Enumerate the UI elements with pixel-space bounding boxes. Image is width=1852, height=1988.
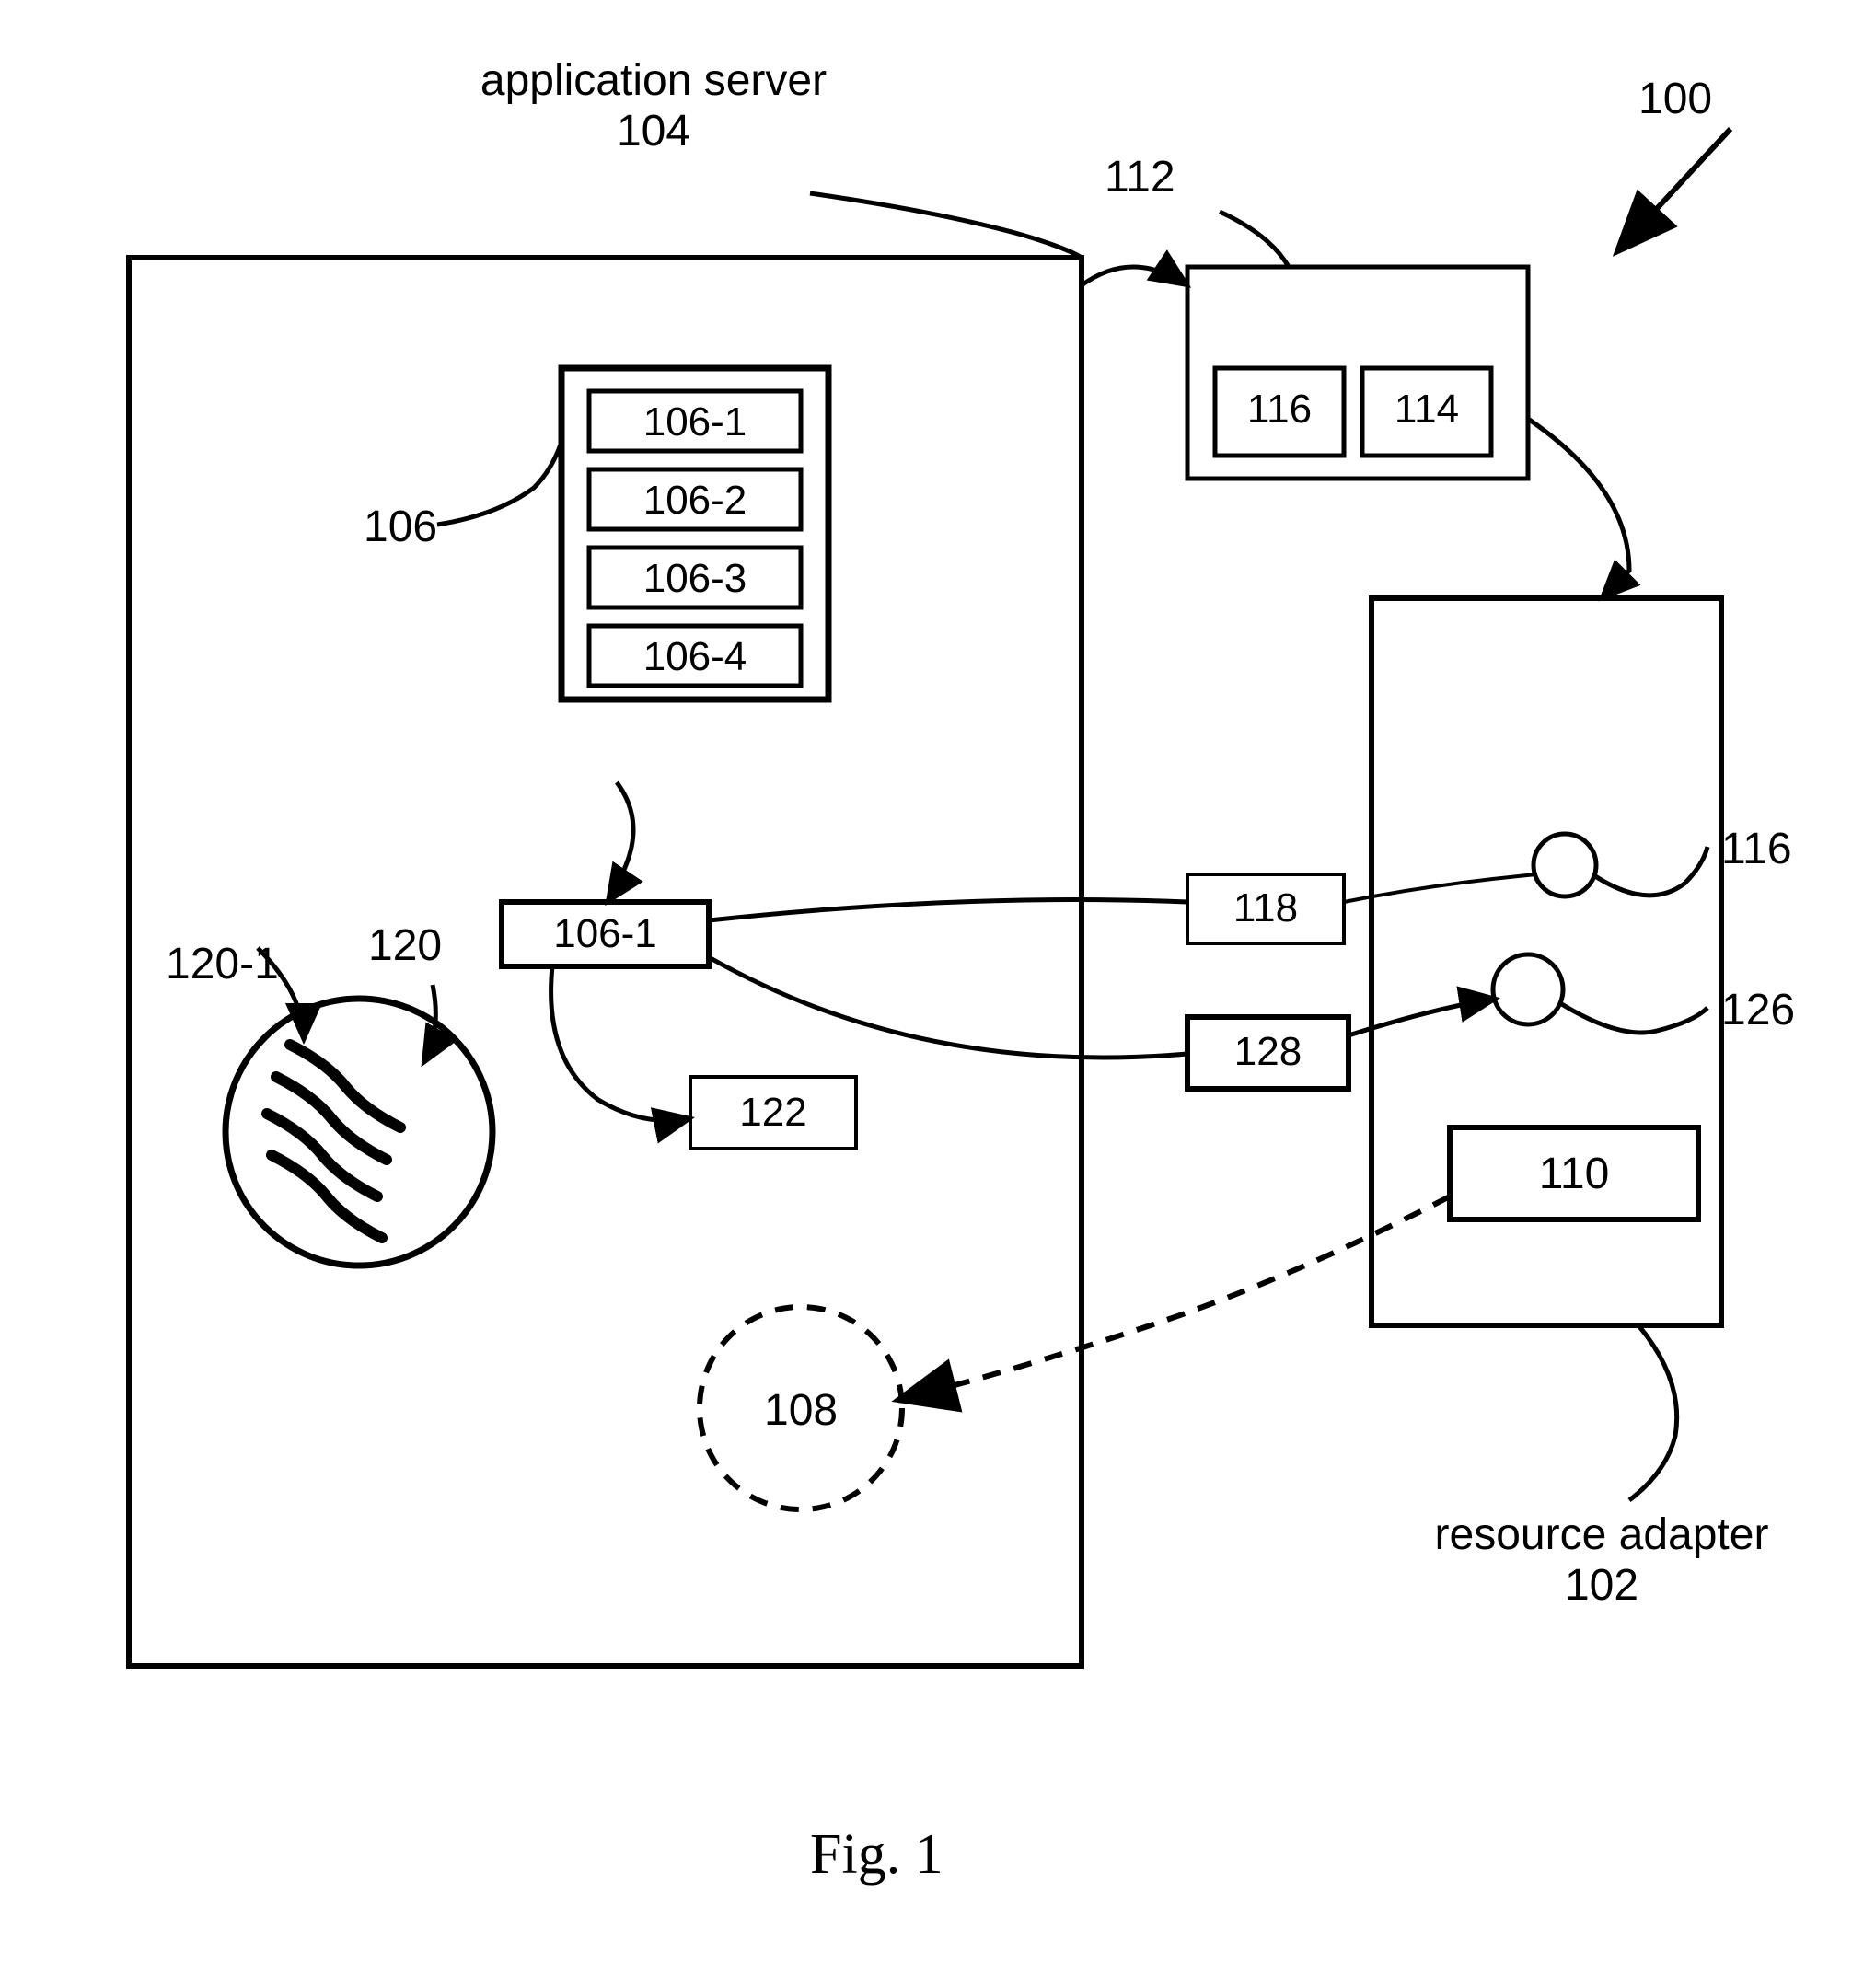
- box-116-label: 116: [1215, 387, 1344, 433]
- conn-106-1-to-118: [709, 900, 1187, 921]
- leader-106: [437, 442, 561, 525]
- num-108-label: 108: [764, 1385, 838, 1436]
- pool-item-2-label: 106-2: [589, 478, 801, 524]
- endpoint-circle-126: [1493, 954, 1563, 1024]
- conn-106-1-to-128: [709, 957, 1187, 1058]
- pool-item-1-label: 106-1: [589, 399, 801, 445]
- pool-item-4-label: 106-4: [589, 634, 801, 680]
- box-110-label: 110: [1450, 1149, 1698, 1199]
- leader-112: [1220, 212, 1289, 267]
- num-112-label: 112: [1105, 152, 1175, 202]
- dashed-arrow-110-to-108: [902, 1196, 1450, 1399]
- pool-item-3-label: 106-3: [589, 556, 801, 602]
- box-128-label: 128: [1187, 1029, 1348, 1075]
- box-114-label: 114: [1362, 387, 1491, 433]
- box-112: [1187, 267, 1528, 479]
- leader-ra: [1629, 1325, 1677, 1500]
- app-server-label: application server 104: [469, 55, 838, 156]
- box-118-label: 118: [1187, 885, 1344, 931]
- num-100-label: 100: [1638, 74, 1712, 124]
- ep-116-label: 116: [1721, 824, 1792, 874]
- figure-label: Fig. 1: [810, 1822, 943, 1888]
- leader-104: [810, 193, 1082, 258]
- arrow-100: [1620, 129, 1730, 248]
- num-120-1-label: 120-1: [166, 939, 279, 989]
- num-106-label: 106: [364, 502, 437, 552]
- leader-116-ep: [1592, 847, 1707, 896]
- num-126-label: 126: [1721, 985, 1795, 1035]
- leader-106-1: [608, 782, 633, 902]
- arrow-112-to-ra: [1528, 419, 1629, 598]
- endpoint-circle-116: [1534, 834, 1596, 896]
- conn-106-1-to-122: [551, 966, 690, 1121]
- leader-126: [1560, 1003, 1707, 1033]
- num-120-label: 120: [368, 920, 442, 971]
- diagram-svg: [0, 0, 1852, 1988]
- resource-adapter-label: resource adapter 102: [1418, 1509, 1786, 1611]
- box-122-label: 122: [690, 1090, 856, 1136]
- leader-120: [423, 985, 435, 1063]
- diagram-canvas: application server 104 112 100 116 114 1…: [0, 0, 1852, 1988]
- arrow-104-to-112: [1082, 267, 1187, 285]
- box-106-1-mid-label: 106-1: [502, 911, 709, 957]
